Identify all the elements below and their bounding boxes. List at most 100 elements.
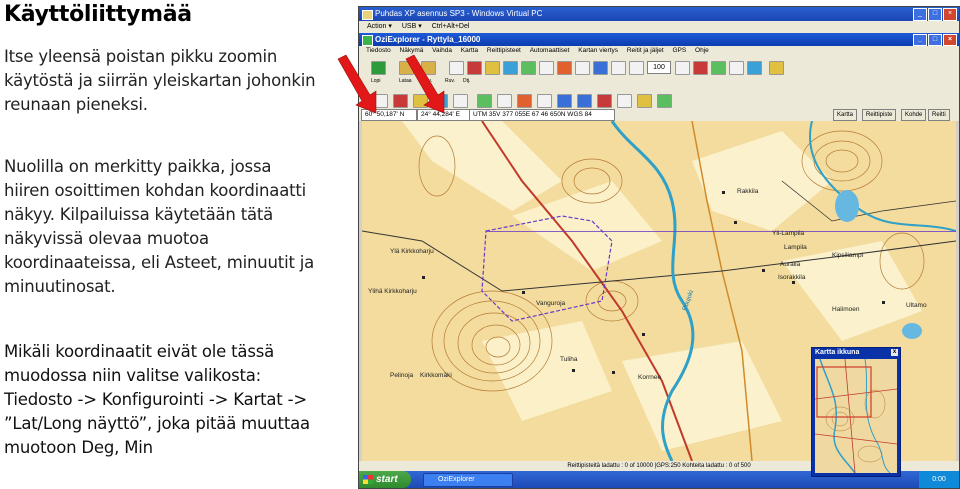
map-label: Kipsiliampi xyxy=(832,252,863,259)
overview-title: Kartta ikkuna xyxy=(815,349,860,356)
menu-tiedosto[interactable]: Tiedosto xyxy=(366,47,391,54)
map-label: Tuliha xyxy=(560,356,578,363)
overview-title-bar[interactable]: Kartta ikkuna x xyxy=(812,348,900,358)
waypoint-icon[interactable] xyxy=(467,61,482,75)
menu-action[interactable]: Action ▾ xyxy=(367,23,392,30)
text-line: Mikäli koordinaatit eivät ole tässä xyxy=(4,342,275,361)
close-icon[interactable]: x xyxy=(891,349,898,356)
options-icon[interactable] xyxy=(769,61,784,75)
start-label: start xyxy=(376,474,398,485)
vm-menu-bar: Action ▾ USB ▾ Ctrl+Alt+Del xyxy=(359,21,959,33)
overview-icon[interactable] xyxy=(711,61,726,75)
proximity-icon[interactable] xyxy=(517,94,532,108)
text-line: muotoon Deg, Min xyxy=(4,438,153,457)
event-icon[interactable] xyxy=(557,61,572,75)
menu-ohje[interactable]: Ohje xyxy=(695,47,709,54)
windows-logo-icon xyxy=(363,475,373,484)
close-icon[interactable]: × xyxy=(943,8,957,21)
menu-kartta[interactable]: Kartta xyxy=(461,47,478,54)
pointer-arrows xyxy=(337,55,445,114)
menu-usb[interactable]: USB ▾ xyxy=(402,23,422,30)
menu-reitit[interactable]: Reitit ja jäljet xyxy=(627,47,664,54)
menu-nakyma[interactable]: Näkymä xyxy=(400,47,424,54)
map-label: Lampila xyxy=(784,244,807,251)
slide-text: Käyttöliittymää Itse yleensä poistan pik… xyxy=(0,0,352,489)
track-icon[interactable] xyxy=(521,61,536,75)
map-label: Ylä Kirkkoharju xyxy=(390,248,434,255)
save-icon[interactable] xyxy=(617,94,632,108)
menu-reittipisteet[interactable]: Reittipisteet xyxy=(487,47,521,54)
arrow-icon xyxy=(337,55,377,114)
text-icon[interactable] xyxy=(453,94,468,108)
paragraph-settings: Mikäli koordinaatit eivät ole tässä muod… xyxy=(4,340,344,460)
utm-readout: UTM 35V 377 055E 67 46 650N WGS 84 xyxy=(469,109,615,121)
map-label: Kirkkomäki xyxy=(420,372,452,379)
overview-map[interactable] xyxy=(815,359,897,473)
name-search-icon[interactable] xyxy=(575,61,590,75)
text-line: Itse yleensä poistan pikku zoomin xyxy=(4,47,278,66)
ozi-title-bar[interactable]: OziExplorer - Ryttyla_16000 _ □ × xyxy=(359,33,959,46)
zoom-out-icon[interactable] xyxy=(629,61,644,75)
text-line: näkyy. Kilpailuissa käytetään tätä xyxy=(4,205,274,224)
minimize-icon[interactable]: _ xyxy=(913,8,927,21)
zoom-in-icon[interactable] xyxy=(611,61,626,75)
maximize-icon[interactable]: □ xyxy=(928,8,942,21)
clock: 0:00 xyxy=(932,476,946,483)
vm-title: Puhdas XP asennus SP3 - Windows Virtual … xyxy=(375,9,543,18)
polyline-icon[interactable] xyxy=(497,94,512,108)
toolbar-label: Dtj. xyxy=(463,78,471,84)
map-label: Isorakkila xyxy=(778,274,806,281)
arrow-icon xyxy=(405,55,445,114)
moving-map-icon[interactable] xyxy=(593,61,608,75)
overview-map-graphic xyxy=(815,359,897,473)
overview-map-window[interactable]: Kartta ikkuna x xyxy=(811,347,901,477)
map-label: Vanguroja xyxy=(536,300,566,307)
track-add-icon[interactable] xyxy=(477,94,492,108)
map-label: Rakkila xyxy=(737,188,759,195)
paragraph-zoom: Itse yleensä poistan pikku zoomin käytös… xyxy=(4,45,344,117)
vm-title-bar[interactable]: Puhdas XP asennus SP3 - Windows Virtual … xyxy=(359,7,959,21)
distance-icon[interactable] xyxy=(537,94,552,108)
zoom-fit-icon[interactable] xyxy=(675,61,690,75)
text-line: ”Lat/Long näyttö”, joka pitää muuttaa xyxy=(4,414,310,433)
window-icon xyxy=(362,10,373,20)
taskbar-item-oziexplorer[interactable]: OziExplorer xyxy=(423,473,513,487)
gps-receive-icon[interactable] xyxy=(577,94,592,108)
center-icon[interactable] xyxy=(693,61,708,75)
kartta-button[interactable]: Kartta xyxy=(833,109,858,121)
reittipiste-button[interactable]: Reittipiste xyxy=(862,109,897,121)
text-line: hiiren osoittimen kohdan koordinaatti xyxy=(4,181,307,200)
text-line: Nuolilla on merkitty paikka, jossa xyxy=(4,157,272,176)
close-icon[interactable]: × xyxy=(943,34,957,46)
menu-automaattiset[interactable]: Automaattiset xyxy=(530,47,570,54)
map-label: Halimoen xyxy=(832,306,860,313)
kohde-button[interactable]: Kohde xyxy=(901,109,927,121)
clear-icon[interactable] xyxy=(597,94,612,108)
text-line: Tiedosto -> Konfigurointi -> Kartat -> xyxy=(4,390,307,409)
ozi-title: OziExplorer - Ryttyla_16000 xyxy=(375,35,481,44)
zoom-select[interactable]: 100 xyxy=(647,61,671,74)
route-icon[interactable] xyxy=(503,61,518,75)
signal-icon[interactable] xyxy=(657,94,672,108)
measure-icon[interactable] xyxy=(729,61,744,75)
start-button[interactable]: start xyxy=(359,471,411,488)
map-label: Yli-Lampila xyxy=(772,230,805,237)
menu-vaihda[interactable]: Vaihda xyxy=(432,47,452,54)
window-controls: _ □ × xyxy=(913,8,957,21)
menu-ctrl-alt-del[interactable]: Ctrl+Alt+Del xyxy=(432,23,470,30)
grid-icon[interactable] xyxy=(539,61,554,75)
paragraph-coordinates: Nuolilla on merkitty paikka, jossa hiire… xyxy=(4,155,344,299)
gps-icon[interactable] xyxy=(747,61,762,75)
minimize-icon[interactable]: _ xyxy=(913,34,927,46)
map-label: Auralla xyxy=(780,261,801,268)
map-label: Ultamo xyxy=(906,302,927,309)
gps-send-icon[interactable] xyxy=(557,94,572,108)
flag-icon[interactable] xyxy=(485,61,500,75)
map-label: Ylihä Kirkkoharju xyxy=(368,288,417,295)
menu-gps[interactable]: GPS xyxy=(672,47,686,54)
maximize-icon[interactable]: □ xyxy=(928,34,942,46)
menu-kartan-viertys[interactable]: Kartan viertys xyxy=(578,47,618,54)
reitti-button[interactable]: Reitti xyxy=(928,109,950,121)
lock-icon[interactable] xyxy=(637,94,652,108)
map-label: Pelinoja xyxy=(390,372,414,379)
